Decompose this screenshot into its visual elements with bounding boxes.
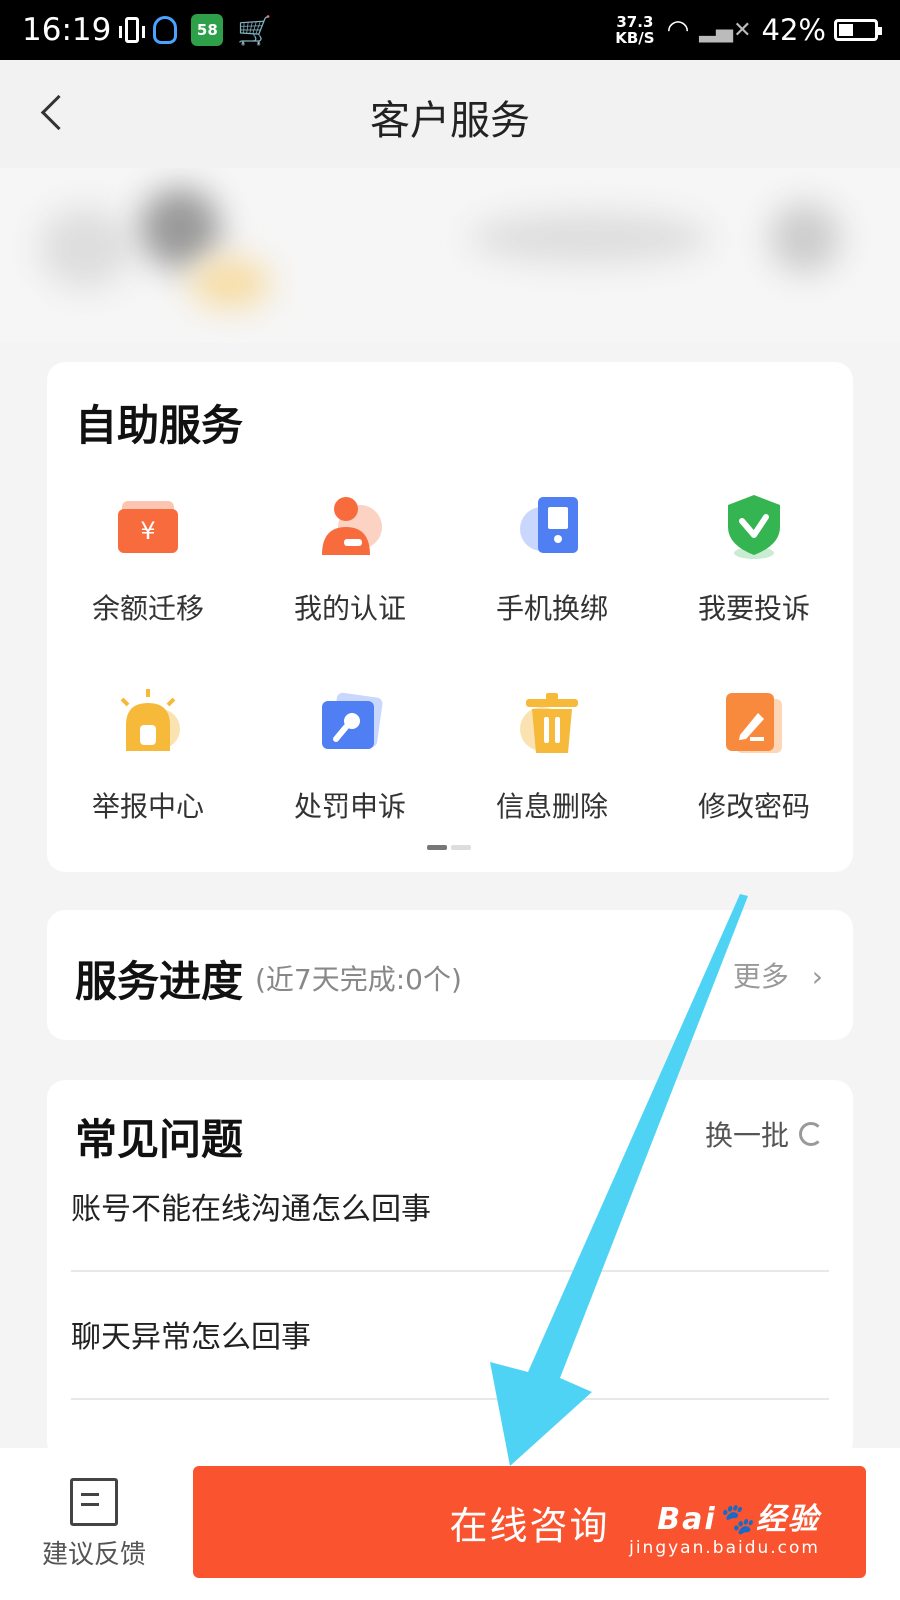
faq-card: 常见问题 换一批 账号不能在线沟通怎么回事 聊天异常怎么回事 bbox=[47, 1080, 853, 1460]
phone-icon bbox=[512, 487, 592, 567]
faq-title: 常见问题 bbox=[75, 1115, 244, 1164]
page-indicator bbox=[427, 845, 471, 850]
service-progress-card[interactable]: 服务进度 (近7天完成:0个) 更多 › bbox=[47, 910, 853, 1040]
faq-item[interactable]: 聊天异常怎么回事 bbox=[71, 1312, 829, 1356]
signal-icon: ▂▄✕ bbox=[699, 17, 752, 43]
net-speed: 37.3 KB/S bbox=[615, 13, 655, 47]
appeal-icon bbox=[310, 685, 390, 765]
online-consult-label: 在线咨询 bbox=[449, 1503, 610, 1548]
status-time: 16:19 bbox=[22, 12, 112, 48]
service-info-delete[interactable]: 信息删除 bbox=[451, 685, 653, 825]
battery-percent: 42% bbox=[761, 13, 826, 47]
qq-icon bbox=[153, 16, 178, 44]
refresh-icon bbox=[799, 1122, 823, 1146]
svg-text:¥: ¥ bbox=[140, 517, 155, 545]
chevron-right-icon: › bbox=[811, 960, 823, 993]
refresh-label: 换一批 bbox=[704, 1119, 789, 1152]
online-consult-button[interactable]: 在线咨询 Bai🐾经验 jingyan.baidu.com bbox=[193, 1466, 866, 1578]
watermark-logo: Bai🐾经验 bbox=[657, 1502, 820, 1537]
service-change-password[interactable]: 修改密码 bbox=[653, 685, 855, 825]
alarm-icon bbox=[108, 685, 188, 765]
refresh-button[interactable]: 换一批 bbox=[705, 1114, 823, 1154]
more-label: 更多 bbox=[732, 960, 789, 993]
divider bbox=[71, 1398, 829, 1400]
service-balance-transfer[interactable]: ¥ 余额迁移 bbox=[47, 487, 249, 627]
nav-bar: 客户服务 bbox=[0, 60, 900, 168]
user-verify-icon bbox=[310, 487, 390, 567]
service-phone-rebind[interactable]: 手机换绑 bbox=[451, 487, 653, 627]
service-report-center[interactable]: 举报中心 bbox=[47, 685, 249, 825]
watermark-url: jingyan.baidu.com bbox=[629, 1538, 820, 1558]
feedback-button[interactable]: 建议反馈 bbox=[24, 1478, 164, 1571]
service-complaint[interactable]: 我要投诉 bbox=[653, 487, 855, 627]
self-service-card: 自助服务 ¥ 余额迁移 我的认证 手机换绑 我要投诉 举报中心 处罚申诉 信息删… bbox=[47, 362, 853, 872]
battery-icon bbox=[834, 19, 882, 41]
shield-check-icon bbox=[714, 487, 794, 567]
self-service-title: 自助服务 bbox=[75, 401, 244, 450]
feedback-label: 建议反馈 bbox=[41, 1540, 146, 1570]
baidu-jingyan-watermark: Bai🐾经验 jingyan.baidu.com bbox=[629, 1494, 820, 1558]
blurred-user-header bbox=[0, 168, 900, 343]
more-link[interactable]: 更多 › bbox=[733, 955, 823, 995]
service-progress-summary: (近7天完成:0个) bbox=[255, 963, 462, 996]
service-penalty-appeal[interactable]: 处罚申诉 bbox=[249, 685, 451, 825]
feedback-icon bbox=[70, 1478, 118, 1526]
cart-icon: 🛒 bbox=[237, 13, 273, 47]
page-dot-1 bbox=[427, 845, 447, 850]
vibrate-icon bbox=[119, 17, 146, 43]
trash-icon bbox=[512, 685, 592, 765]
app-58-icon: 58 bbox=[191, 14, 224, 46]
divider bbox=[71, 1270, 829, 1272]
wifi-icon: ◠ bbox=[666, 15, 690, 45]
status-bar: 16:19 58 🛒 37.3 KB/S ◠ ▂▄✕ 42% bbox=[0, 0, 900, 60]
page-title: 客户服务 bbox=[370, 98, 530, 144]
edit-icon bbox=[714, 685, 794, 765]
faq-item[interactable]: 账号不能在线沟通怎么回事 bbox=[71, 1184, 829, 1228]
wallet-icon: ¥ bbox=[108, 487, 188, 567]
page-dot-2 bbox=[451, 845, 471, 850]
service-progress-title: 服务进度 bbox=[75, 957, 244, 1006]
bottom-bar: 建议反馈 在线咨询 Bai🐾经验 jingyan.baidu.com bbox=[0, 1448, 900, 1600]
service-my-verification[interactable]: 我的认证 bbox=[249, 487, 451, 627]
